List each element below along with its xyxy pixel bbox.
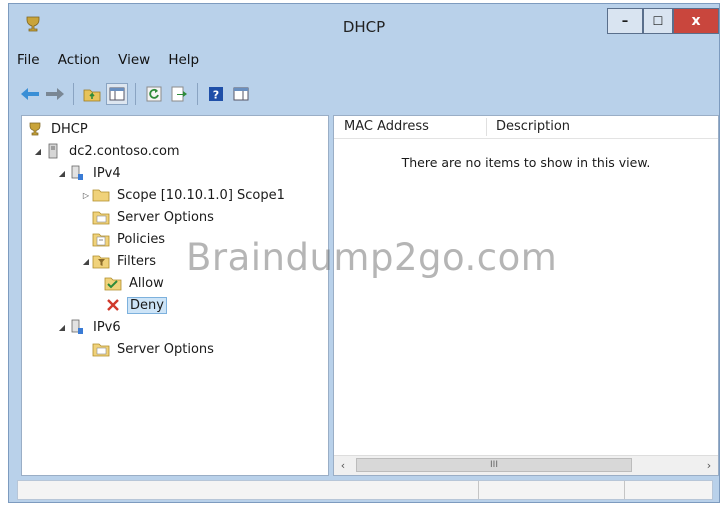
folder-up-icon — [83, 89, 101, 102]
back-button[interactable] — [19, 83, 41, 105]
back-arrow-icon — [21, 88, 39, 100]
tree-label: Server Options — [117, 209, 214, 225]
toolbar-separator — [197, 83, 198, 105]
help-button[interactable]: ? — [205, 83, 227, 105]
tree-label: IPv6 — [93, 319, 121, 335]
menu-bar: File Action View Help — [17, 52, 213, 74]
up-folder-button[interactable] — [81, 83, 103, 105]
tree-label: Server Options — [117, 341, 214, 357]
minimize-icon: – — [621, 13, 629, 29]
server-options-icon — [92, 341, 110, 357]
close-icon: x — [691, 13, 701, 29]
tree-node-deny[interactable]: Deny — [104, 295, 167, 315]
tree-node-ipv6[interactable]: ◢ IPv6 — [56, 317, 123, 337]
export-list-button[interactable] — [168, 83, 190, 105]
show-hide-console-tree-button[interactable] — [106, 83, 128, 105]
help-icon: ? — [209, 87, 223, 102]
forward-button[interactable] — [44, 83, 66, 105]
scroll-right-arrow-icon[interactable]: › — [700, 456, 718, 475]
expanded-arrow-icon[interactable]: ◢ — [32, 147, 44, 156]
scrollbar-thumb[interactable]: III — [356, 458, 632, 472]
tree-node-ipv4-server-options[interactable]: Server Options — [92, 207, 216, 227]
refresh-button[interactable] — [143, 83, 165, 105]
tree-node-ipv6-server-options[interactable]: Server Options — [92, 339, 216, 359]
policies-icon — [92, 231, 110, 247]
column-divider[interactable] — [486, 118, 487, 136]
title-bar[interactable]: DHCP – ☐ x — [9, 4, 719, 48]
deny-x-icon — [104, 297, 122, 313]
tree-label: Allow — [129, 275, 164, 291]
toolbar: ? — [19, 80, 252, 108]
tree-node-filters[interactable]: ◢ Filters — [80, 251, 158, 271]
toolbar-separator — [135, 83, 136, 105]
server-icon — [44, 143, 62, 159]
expanded-arrow-icon[interactable]: ◢ — [80, 257, 92, 266]
dhcp-trophy-icon — [26, 121, 44, 137]
tree-label: Filters — [117, 253, 156, 269]
minimize-button[interactable]: – — [607, 8, 643, 34]
action-pane-icon — [233, 87, 249, 101]
console-tree-pane[interactable]: DHCP ◢ dc2.contoso.com ◢ IPv4 ▷ Scope [1… — [21, 115, 329, 476]
menu-action[interactable]: Action — [58, 52, 100, 68]
status-bar — [17, 480, 713, 500]
tree-label: Policies — [117, 231, 166, 247]
allow-filter-icon — [104, 275, 122, 291]
empty-list-message: There are no items to show in this view. — [401, 155, 651, 170]
menu-help[interactable]: Help — [168, 52, 199, 68]
column-header-description[interactable]: Description — [496, 119, 570, 134]
status-divider — [624, 481, 625, 499]
dhcp-window: DHCP – ☐ x File Action View Help ? DHCP … — [8, 3, 720, 503]
expanded-arrow-icon[interactable]: ◢ — [56, 323, 68, 332]
tree-node-allow[interactable]: Allow — [104, 273, 166, 293]
refresh-icon — [146, 86, 162, 102]
menu-file[interactable]: File — [17, 52, 40, 68]
forward-arrow-icon — [46, 88, 64, 100]
tree-node-policies[interactable]: Policies — [92, 229, 167, 249]
svg-text:?: ? — [213, 89, 219, 102]
tree-label: DHCP — [51, 121, 88, 137]
tree-label: Deny — [127, 296, 167, 314]
expanded-arrow-icon[interactable]: ◢ — [56, 169, 68, 178]
folder-icon — [92, 187, 110, 203]
action-pane-button[interactable] — [230, 83, 252, 105]
column-headers: MAC Address Description — [334, 116, 718, 139]
tree-node-ipv4[interactable]: ◢ IPv4 — [56, 163, 123, 183]
status-divider — [478, 481, 479, 499]
console-tree-icon — [109, 87, 125, 101]
maximize-icon: ☐ — [652, 14, 664, 28]
maximize-button[interactable]: ☐ — [643, 8, 673, 34]
collapsed-arrow-icon[interactable]: ▷ — [80, 191, 92, 200]
column-header-mac-address[interactable]: MAC Address — [344, 119, 429, 134]
tree-label: IPv4 — [93, 165, 121, 181]
ipv6-network-icon — [68, 319, 86, 335]
tree-label: dc2.contoso.com — [69, 143, 180, 159]
tree-node-dhcp[interactable]: DHCP — [26, 119, 90, 139]
close-button[interactable]: x — [673, 8, 719, 34]
menu-view[interactable]: View — [118, 52, 150, 68]
tree-label: Scope [10.10.1.0] Scope1 — [117, 187, 285, 203]
filter-funnel-icon — [92, 253, 110, 269]
export-list-icon — [171, 86, 187, 102]
tree-node-scope[interactable]: ▷ Scope [10.10.1.0] Scope1 — [80, 185, 287, 205]
results-list-pane[interactable]: MAC Address Description There are no ite… — [333, 115, 719, 476]
horizontal-scrollbar[interactable]: ‹ III › — [334, 455, 718, 475]
ipv4-network-icon — [68, 165, 86, 181]
server-options-icon — [92, 209, 110, 225]
toolbar-separator — [73, 83, 74, 105]
scroll-left-arrow-icon[interactable]: ‹ — [334, 456, 352, 475]
tree-node-server[interactable]: ◢ dc2.contoso.com — [32, 141, 182, 161]
